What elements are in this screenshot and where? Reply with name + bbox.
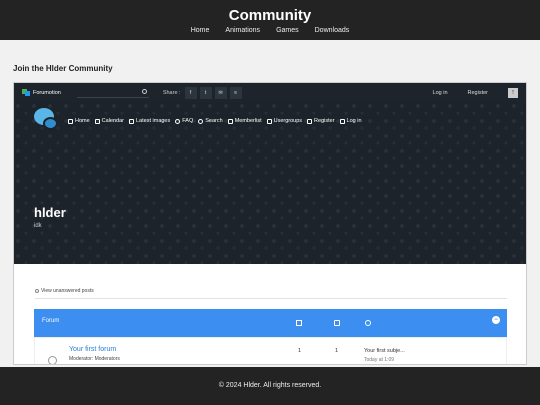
forum-nav-search-label: Search xyxy=(205,118,223,124)
topbar-login-link[interactable]: Log in xyxy=(433,90,448,96)
speech-bubbles-logo-icon[interactable] xyxy=(34,108,60,134)
calendar-icon xyxy=(94,118,100,124)
login-icon xyxy=(339,118,345,124)
forum-nav-register[interactable]: Register xyxy=(307,118,335,124)
topics-icon xyxy=(296,320,302,326)
forum-nav-home-label: Home xyxy=(75,118,90,124)
register-icon xyxy=(307,118,313,124)
forum-nav-calendar[interactable]: Calendar xyxy=(94,118,124,124)
facebook-share-icon[interactable]: f xyxy=(184,86,197,99)
forumotion-logo[interactable]: Forumotion xyxy=(22,89,61,96)
forum-nav-memberlist[interactable]: Memberlist xyxy=(227,118,262,124)
posts-icon xyxy=(334,320,340,326)
forum-nav-login-label: Log in xyxy=(346,118,362,124)
nav-games[interactable]: Games xyxy=(276,27,299,34)
members-icon xyxy=(227,118,233,124)
forum-nav-home[interactable]: Home xyxy=(68,118,90,124)
forum-nav-register-label: Register xyxy=(314,118,335,124)
nav-animations[interactable]: Animations xyxy=(225,27,260,34)
forum-topbar: Forumotion Share : f t ✉ ≡ Log in Regist… xyxy=(14,83,526,102)
image-icon xyxy=(129,118,134,124)
topbar-account-links: Log in Register ↑ xyxy=(433,87,518,98)
forum-row-moderators: Moderator: Moderators xyxy=(69,356,120,362)
forum-description: idk xyxy=(34,223,42,229)
forum-body: View unanswered posts Forum − Your first… xyxy=(14,264,526,364)
site-title: Community xyxy=(228,7,312,24)
view-unanswered-label: View unanswered posts xyxy=(41,288,94,294)
question-icon xyxy=(175,118,181,124)
site-nav: Home Animations Games Downloads xyxy=(0,27,540,34)
forum-row: Your first forum Moderator: Moderators 1… xyxy=(34,337,507,364)
divider xyxy=(35,298,507,299)
search-icon[interactable] xyxy=(141,89,147,94)
search-icon xyxy=(198,118,204,124)
forum-nav-login[interactable]: Log in xyxy=(339,118,362,124)
arrow-up-icon[interactable]: ↑ xyxy=(508,87,518,98)
nav-home[interactable]: Home xyxy=(191,27,210,34)
category-header: Forum − xyxy=(34,309,507,337)
category-title: Forum xyxy=(42,318,60,324)
forum-nav-usergroups-label: Usergroups xyxy=(273,118,303,124)
site-header: Community Home Animations Games Download… xyxy=(0,0,540,40)
nav-downloads[interactable]: Downloads xyxy=(315,27,350,34)
clock-icon xyxy=(365,320,371,326)
forum-nav-memberlist-label: Memberlist xyxy=(234,118,262,124)
forum-nav-faq-label: FAQ xyxy=(182,118,194,124)
forum-hero: Home Calendar Latest images FAQ Search M… xyxy=(14,102,526,264)
forum-row-last-post[interactable]: Your first subje... xyxy=(364,348,405,354)
forum-name: hlder xyxy=(34,205,66,220)
forum-nav-search[interactable]: Search xyxy=(198,118,223,124)
forum-row-topics: 1 xyxy=(298,348,302,354)
collapse-icon[interactable]: − xyxy=(492,316,500,324)
forum-row-last-post-date: Today at 1:09 xyxy=(364,357,395,363)
share-buttons: f t ✉ ≡ xyxy=(184,86,242,99)
forum-status-icon xyxy=(48,356,57,364)
share-label: Share : xyxy=(162,89,181,96)
join-heading: Join the Hlder Community xyxy=(13,64,113,73)
forum-nav-latest-images-label: Latest images xyxy=(136,118,171,124)
forum-nav-latest-images[interactable]: Latest images xyxy=(129,118,170,124)
site-footer: © 2024 Hlder. All rights reserved. xyxy=(0,367,540,405)
topbar-register-link[interactable]: Register xyxy=(468,90,488,96)
circle-icon xyxy=(35,289,39,293)
forum-search-input[interactable] xyxy=(76,87,149,98)
forum-main-nav: Home Calendar Latest images FAQ Search M… xyxy=(34,108,362,134)
forumotion-brand: Forumotion xyxy=(33,89,61,96)
footer-copyright: © 2024 Hlder. All rights reserved. xyxy=(218,382,322,389)
forum-nav-usergroups[interactable]: Usergroups xyxy=(266,118,303,124)
home-icon xyxy=(68,118,73,124)
forum-nav-calendar-label: Calendar xyxy=(101,118,124,124)
forumotion-logo-icon xyxy=(22,89,30,96)
twitter-share-icon[interactable]: t xyxy=(199,86,212,99)
view-unanswered-link[interactable]: View unanswered posts xyxy=(35,288,94,294)
rss-share-icon[interactable]: ≡ xyxy=(229,86,242,99)
forum-nav-faq[interactable]: FAQ xyxy=(175,118,193,124)
forum-row-posts: 1 xyxy=(335,348,339,354)
usergroups-icon xyxy=(266,118,272,124)
email-share-icon[interactable]: ✉ xyxy=(214,86,227,99)
forum-row-title[interactable]: Your first forum xyxy=(69,346,116,353)
forum-embed: Forumotion Share : f t ✉ ≡ Log in Regist… xyxy=(13,82,527,365)
